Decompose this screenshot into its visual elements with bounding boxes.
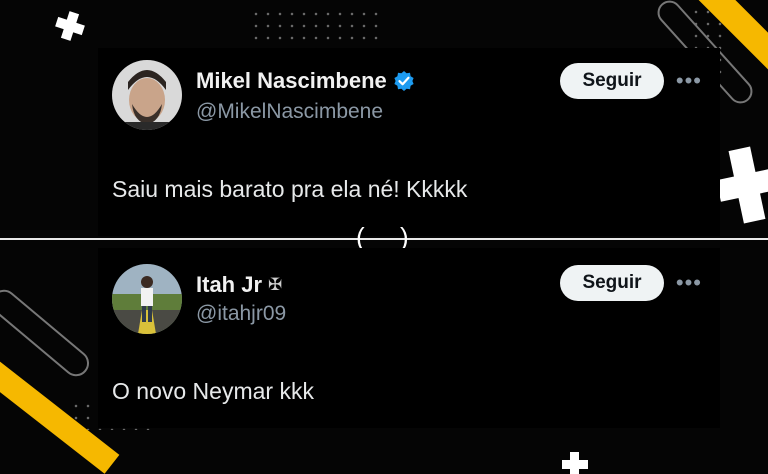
author-handle[interactable]: @itahjr09 [196, 302, 286, 326]
author-name[interactable]: Mikel Nascimbene [196, 68, 387, 94]
verified-badge-icon [394, 71, 414, 91]
author-row: Itah Jr ✠ [196, 272, 282, 298]
more-options-icon[interactable]: ••• [676, 270, 702, 296]
outline-stroke-left [0, 284, 95, 382]
avatar[interactable] [112, 264, 182, 334]
follow-button[interactable]: Seguir [560, 265, 664, 301]
more-options-icon[interactable]: ••• [676, 68, 702, 94]
plus-icon [55, 11, 85, 41]
tweet-card: Itah Jr ✠ @itahjr09 Seguir ••• O novo Ne… [98, 248, 720, 428]
dot-pattern-top [250, 8, 380, 44]
author-row: Mikel Nascimbene [196, 68, 415, 94]
author-name[interactable]: Itah Jr [196, 272, 262, 298]
tweet-text: O novo Neymar kkk [112, 378, 314, 404]
plus-icon-large [716, 146, 768, 224]
cross-symbol: ✠ [268, 275, 283, 294]
avatar-image [112, 264, 182, 334]
tweet-card: Mikel Nascimbene @MikelNascimbene Seguir… [98, 48, 720, 236]
avatar[interactable] [112, 60, 182, 130]
tweet-text: Saiu mais barato pra ela né! Kkkkk [112, 176, 468, 202]
author-handle[interactable]: @MikelNascimbene [196, 100, 383, 124]
plus-icon-bottom [562, 452, 588, 474]
avatar-image [112, 60, 182, 130]
follow-button[interactable]: Seguir [560, 63, 664, 99]
divider-line [0, 238, 768, 240]
